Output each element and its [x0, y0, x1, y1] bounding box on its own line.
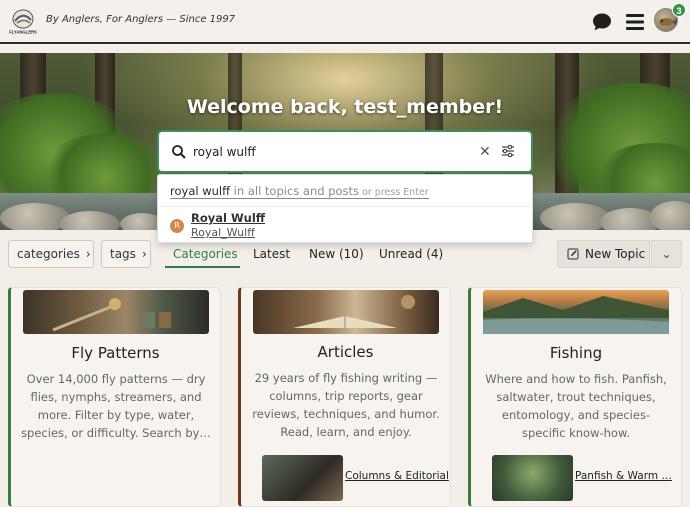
- articles-image: [253, 290, 439, 334]
- site-tagline: By Anglers, For Anglers — Since 1997: [46, 14, 236, 25]
- fishing-image: [483, 290, 669, 334]
- fly-patterns-image: [23, 290, 209, 334]
- new-topic-button[interactable]: New Topic: [557, 240, 650, 268]
- search-input[interactable]: [193, 140, 463, 164]
- new-topic-label: New Topic: [585, 247, 646, 261]
- category-card-articles[interactable]: Articles 29 years of fly fishing writing…: [238, 287, 451, 507]
- welcome-heading: Welcome back, test_member!: [186, 96, 504, 118]
- card-title[interactable]: Fly Patterns: [11, 344, 220, 362]
- user-suggestion-name[interactable]: Royal Wulff: [191, 211, 265, 225]
- svg-text:FLYANGLERS: FLYANGLERS: [9, 30, 37, 35]
- tags-dropdown-label: tags: [110, 247, 136, 261]
- suggestion-scope: in all topics and posts: [230, 184, 360, 198]
- tab-new[interactable]: New (10): [309, 247, 364, 261]
- dropdown-divider: [158, 206, 532, 207]
- chevron-down-icon: ⌄: [661, 247, 672, 261]
- search-all-topics-suggestion[interactable]: royal wulff in all topics and posts or p…: [170, 184, 429, 199]
- search-suggestions-dropdown: royal wulff in all topics and posts or p…: [157, 174, 533, 243]
- user-suggestion-avatar: R: [170, 219, 184, 233]
- user-avatar-button[interactable]: 3: [654, 3, 686, 34]
- subcategory-link[interactable]: Panfish & Warm …: [575, 470, 672, 482]
- hamburger-menu-icon[interactable]: [623, 10, 647, 34]
- search-filters-icon[interactable]: [500, 143, 516, 159]
- clear-search-icon[interactable]: ✕: [479, 144, 491, 160]
- tab-latest[interactable]: Latest: [253, 247, 290, 261]
- subcategory-thumbnail[interactable]: [492, 455, 573, 501]
- suggestion-hint: or press Enter: [359, 187, 429, 198]
- notification-badge: 3: [672, 3, 686, 17]
- tab-unread[interactable]: Unread (4): [379, 247, 443, 261]
- tab-categories[interactable]: Categories: [173, 247, 238, 261]
- card-description: Over 14,000 fly patterns — dry flies, ny…: [21, 372, 211, 440]
- user-suggestion-handle[interactable]: Royal_Wulff: [191, 226, 255, 239]
- category-card-fly-patterns[interactable]: Fly Patterns Over 14,000 fly patterns — …: [8, 287, 221, 507]
- chevron-right-icon: ›: [85, 247, 91, 261]
- subcategory-thumbnail[interactable]: [262, 455, 343, 501]
- pencil-icon: [567, 248, 579, 260]
- card-description: 29 years of fly fishing writing — column…: [252, 371, 440, 439]
- search-icon: [172, 145, 186, 159]
- chevron-right-icon: ›: [141, 247, 147, 261]
- site-header: FLYANGLERS By Anglers, For Anglers — Sin…: [0, 0, 690, 44]
- card-title[interactable]: Articles: [241, 343, 450, 361]
- card-description: Where and how to fish. Panfish, saltwate…: [485, 372, 667, 440]
- categories-dropdown-label: categories: [17, 247, 80, 261]
- chat-icon[interactable]: [590, 10, 614, 34]
- category-card-fishing[interactable]: Fishing Where and how to fish. Panfish, …: [468, 287, 682, 507]
- new-topic-options-button[interactable]: ⌄: [651, 240, 682, 268]
- site-logo[interactable]: FLYANGLERS: [8, 8, 38, 36]
- active-tab-indicator: [165, 266, 240, 268]
- subcategory-link[interactable]: Columns & Editorial: [345, 470, 449, 482]
- tags-dropdown[interactable]: tags ›: [101, 240, 151, 268]
- search-box[interactable]: ✕: [157, 130, 533, 173]
- categories-dropdown[interactable]: categories ›: [8, 240, 94, 268]
- suggestion-query: royal wulff: [170, 184, 231, 198]
- card-title[interactable]: Fishing: [471, 344, 681, 362]
